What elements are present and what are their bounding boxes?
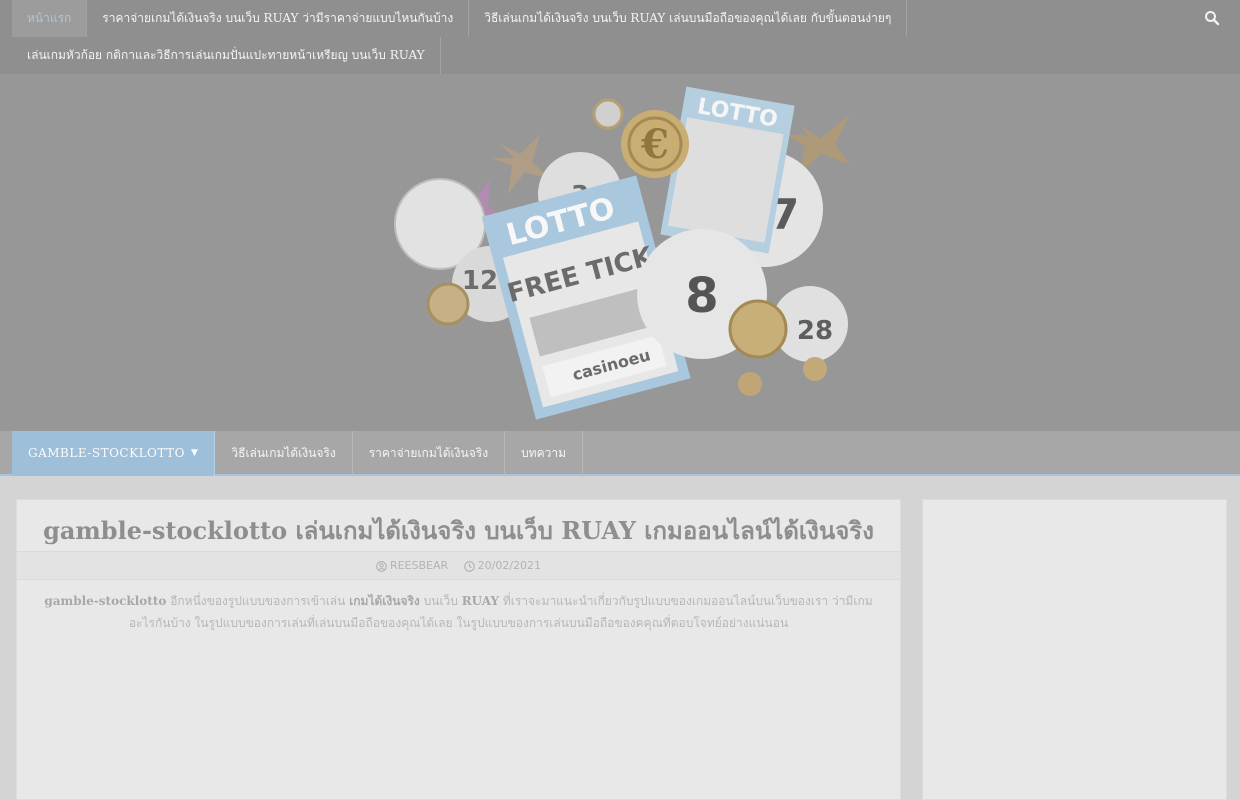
post-article: gamble-stocklotto เล่นเกมได้เงินจริง บนเ…	[16, 499, 901, 800]
post-meta: REESBEAR 20/02/2021	[17, 552, 900, 580]
post-keyword: gamble-stocklotto	[44, 594, 167, 608]
top-nav-payout-rates[interactable]: ราคาจ่ายเกมได้เงินจริง บนเว็บ RUAY ว่ามี…	[87, 0, 470, 37]
search-icon[interactable]	[1204, 10, 1220, 26]
main-navigation: GAMBLE-STOCKLOTTO ▼ วิธีเล่นเกมได้เงินจริ…	[0, 431, 1240, 476]
top-nav-coin-toss[interactable]: เล่นเกมหัวก้อย กติกาและวิธีการเล่นเกมปั่…	[12, 37, 441, 74]
euro-symbol: €	[640, 121, 669, 168]
post-keyword: RUAY	[461, 594, 500, 608]
top-nav-row: เล่นเกมหัวก้อย กติกาและวิธีการเล่นเกมปั่…	[12, 37, 441, 74]
header-banner-image[interactable]: 3 12 17 28 LOTTO € LOTTO FREE TI	[380, 84, 860, 424]
post-date-value: 20/02/2021	[477, 559, 542, 572]
top-nav-home[interactable]: หน้าแรก	[12, 0, 88, 37]
post-keyword[interactable]: เกมได้เงินจริง	[349, 594, 420, 608]
main-nav-how-to-play[interactable]: วิธีเล่นเกมได้เงินจริง	[215, 431, 353, 476]
main-nav-articles[interactable]: บทความ	[505, 431, 584, 476]
post-date[interactable]: 20/02/2021	[463, 552, 542, 580]
clock-icon	[463, 560, 475, 572]
lotto-ball-number: 12	[462, 266, 498, 296]
post-title[interactable]: gamble-stocklotto เล่นเกมได้เงินจริง บนเ…	[17, 500, 900, 550]
post-excerpt: gamble-stocklotto อีกหนึ่งของรูปแบบของกา…	[17, 580, 900, 644]
top-nav-row: หน้าแรก ราคาจ่ายเกมได้เงินจริง บนเว็บ RU…	[12, 0, 908, 37]
top-navigation: หน้าแรก ราคาจ่ายเกมได้เงินจริง บนเว็บ RU…	[0, 0, 1240, 74]
sidebar	[922, 499, 1227, 800]
caret-down-icon: ▼	[190, 448, 199, 458]
post-text: อีกหนึ่งของรูปแบบของการเข้าเล่น	[166, 594, 350, 608]
main-nav-gamble-stocklotto[interactable]: GAMBLE-STOCKLOTTO ▼	[12, 431, 216, 476]
user-icon	[376, 560, 387, 572]
post-header: gamble-stocklotto เล่นเกมได้เงินจริง บนเ…	[17, 500, 900, 552]
lotto-ball-number: 28	[797, 316, 833, 346]
main-nav-payout-rates[interactable]: ราคาจ่ายเกมได้เงินจริง	[353, 431, 506, 476]
post-author[interactable]: REESBEAR	[376, 552, 448, 580]
site-header: 3 12 17 28 LOTTO € LOTTO FREE TI	[0, 74, 1240, 431]
main-nav-label: GAMBLE-STOCKLOTTO	[28, 446, 185, 460]
post-text: บนเว็บ	[419, 594, 462, 608]
post-author-name: REESBEAR	[389, 559, 449, 572]
lotto-ball-number: 8	[685, 268, 718, 324]
top-nav-how-to-play[interactable]: วิธีเล่นเกมได้เงินจริง บนเว็บ RUAY เล่นบ…	[469, 0, 908, 37]
